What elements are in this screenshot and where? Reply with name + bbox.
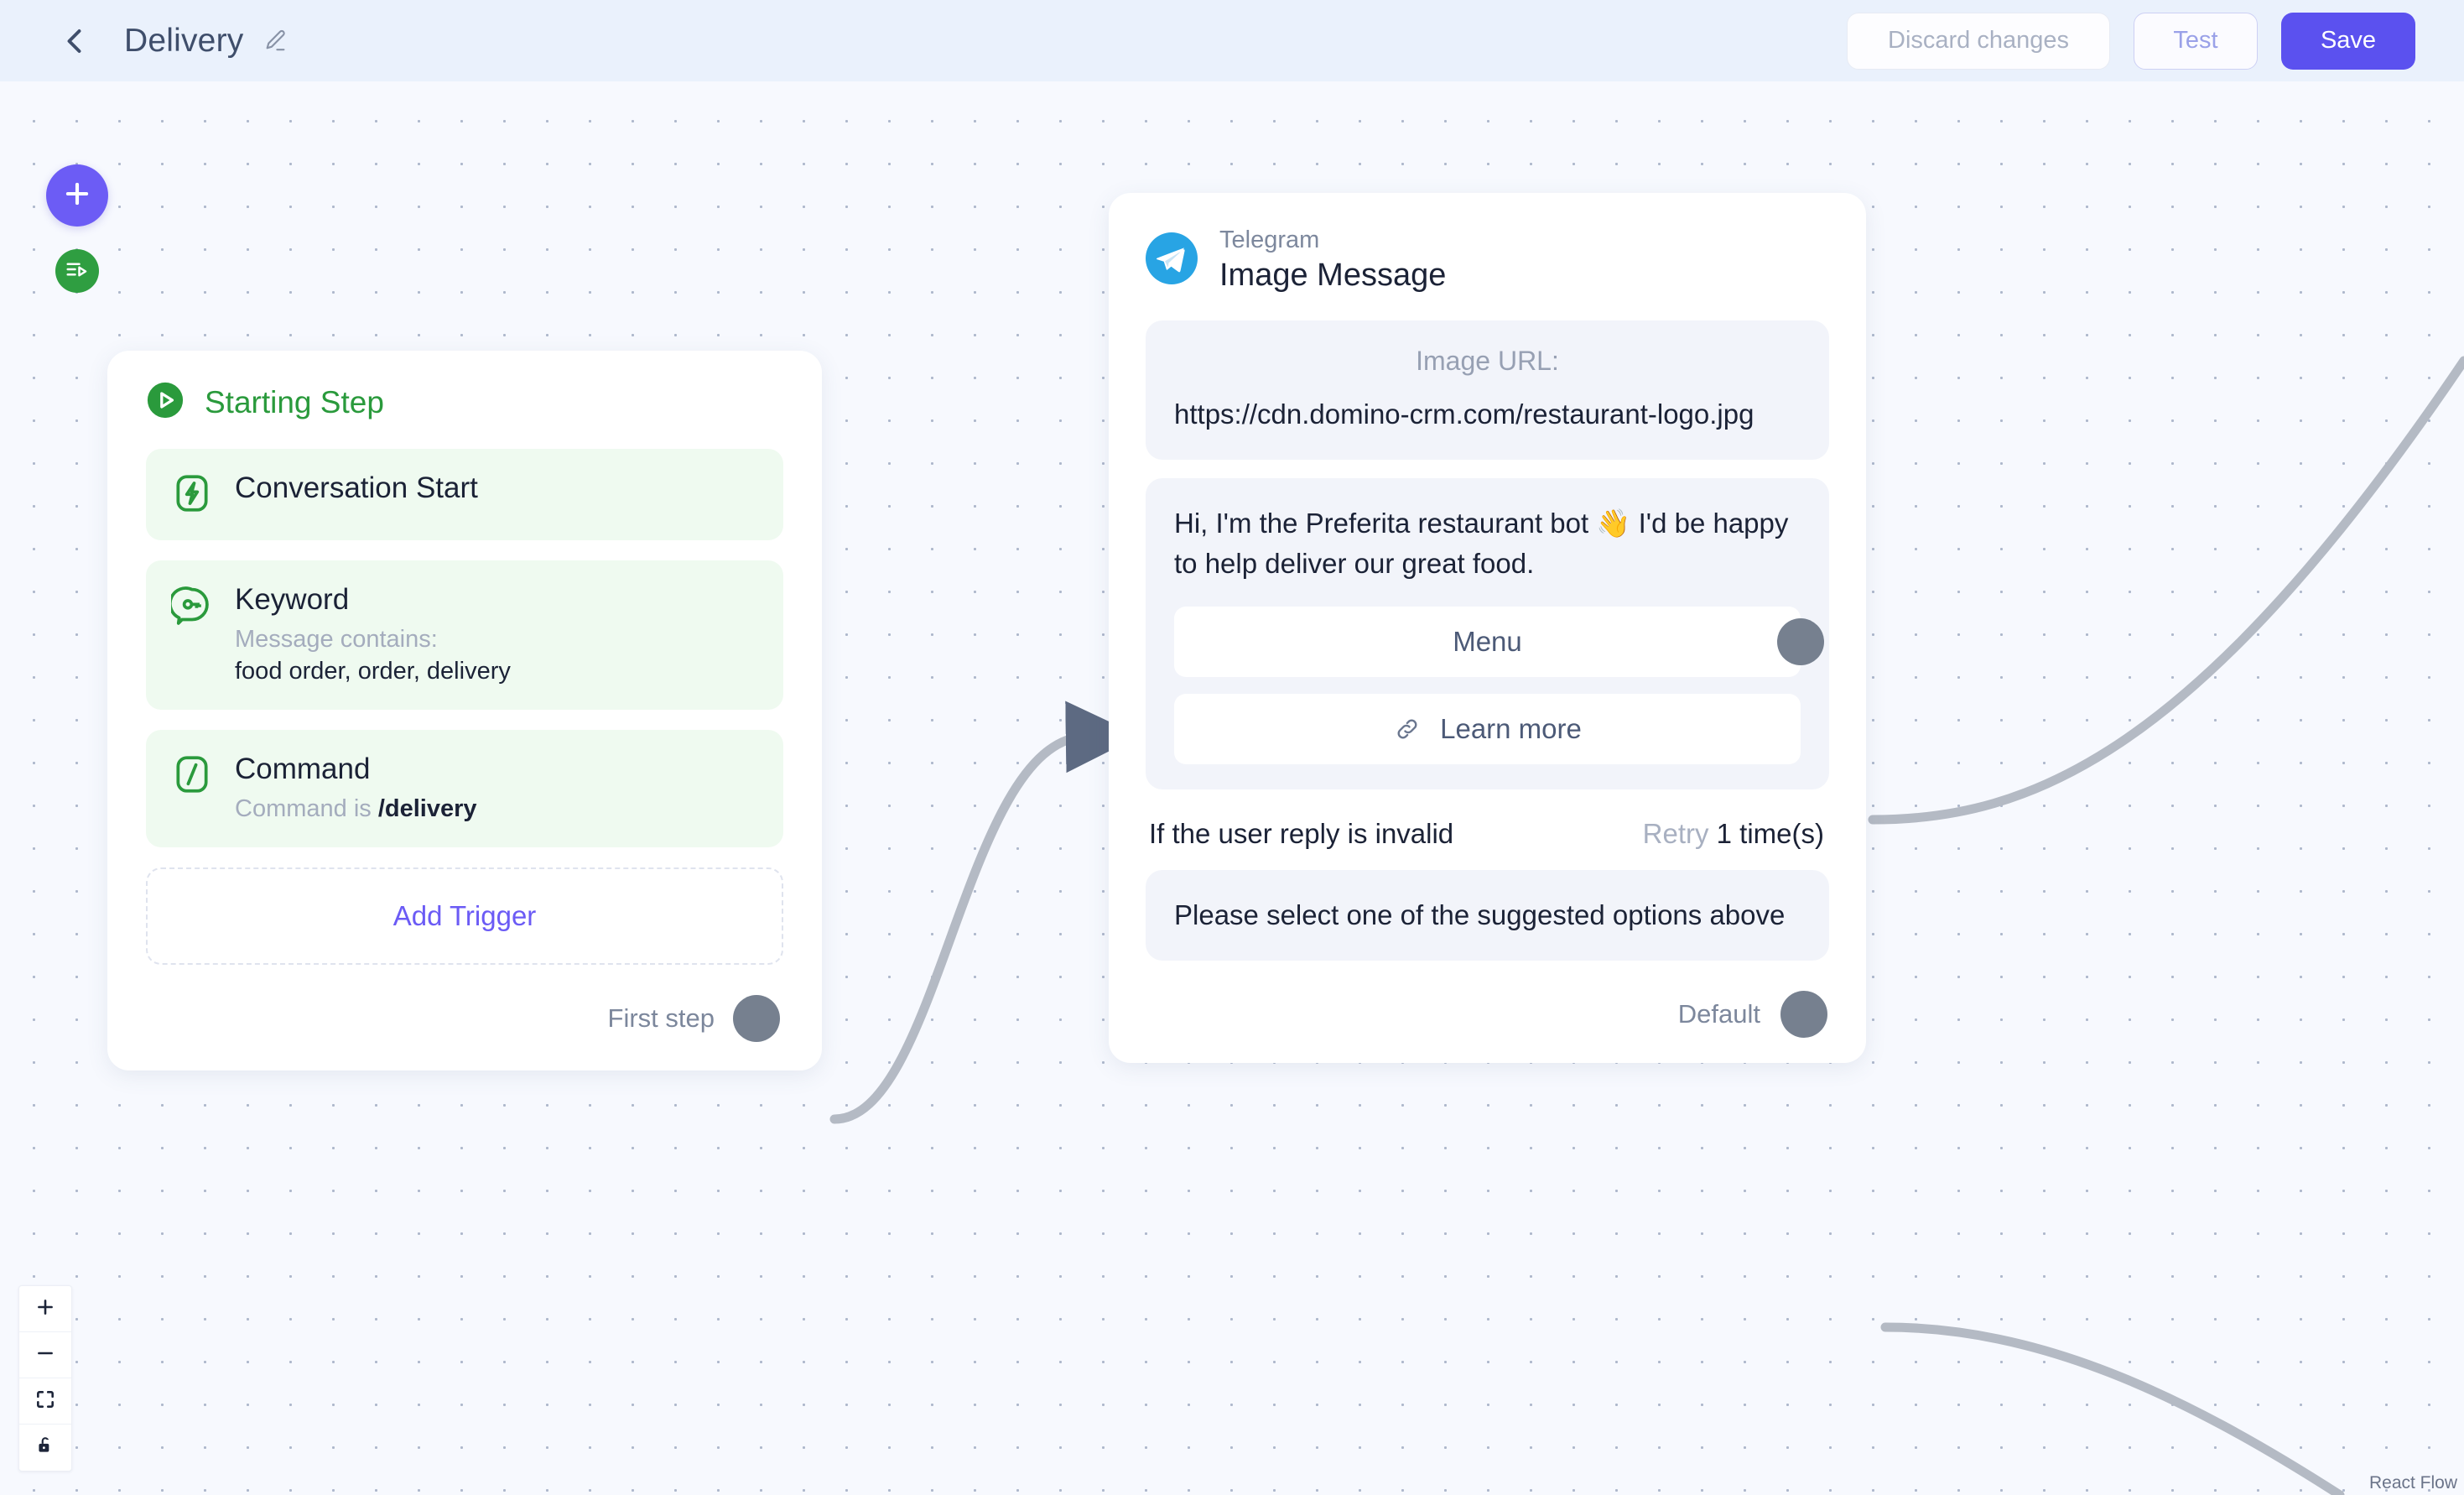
retry-count-value: 1 time(s) — [1716, 818, 1824, 850]
header-actions: Discard changes Test Save — [1847, 12, 2415, 70]
first-step-label: First step — [607, 1003, 715, 1033]
telegram-image-message-node[interactable]: Telegram Image Message Image URL: https:… — [1109, 193, 1866, 1064]
image-url-panel[interactable]: Image URL: https://cdn.domino-crm.com/re… — [1146, 320, 1829, 460]
test-button[interactable]: Test — [2134, 12, 2258, 70]
link-chain-icon — [1393, 715, 1422, 743]
trigger-sublabel-text: Command is — [235, 794, 372, 822]
page-title: Delivery — [124, 22, 244, 59]
flow-list-play-icon — [65, 257, 90, 286]
add-node-button[interactable] — [46, 164, 108, 227]
telegram-node-header: Telegram Image Message — [1146, 227, 1829, 295]
output-handle-default[interactable] — [1780, 991, 1827, 1039]
trigger-value: /delivery — [377, 794, 477, 822]
discard-changes-button[interactable]: Discard changes — [1847, 12, 2110, 70]
play-circle-icon — [146, 381, 185, 424]
starting-step-node[interactable]: Starting Step Conversation Start Keyword… — [107, 351, 822, 1070]
trigger-title: Conversation Start — [235, 471, 478, 504]
reply-button-menu[interactable]: Menu — [1174, 607, 1824, 678]
trigger-title: Command — [235, 752, 371, 785]
invalid-reply-label: If the user reply is invalid — [1149, 818, 1454, 850]
edge-menu — [1868, 356, 2464, 825]
unlock-icon — [34, 1435, 56, 1461]
image-url-value: https://cdn.domino-crm.com/restaurant-lo… — [1174, 398, 1754, 430]
reply-button-label: Menu — [1453, 626, 1522, 658]
add-trigger-button[interactable]: Add Trigger — [146, 867, 783, 965]
reply-button-learn-more[interactable]: Learn more — [1174, 694, 1801, 765]
keyword-speech-bubble-icon — [168, 584, 213, 630]
output-handle-first-step[interactable] — [733, 994, 780, 1042]
first-step-output: First step — [146, 994, 783, 1042]
app-header: Delivery Discard changes Test Save — [0, 0, 2464, 81]
fallback-message-panel[interactable]: Please select one of the suggested optio… — [1146, 870, 1829, 961]
plus-icon — [34, 1296, 56, 1322]
message-panel[interactable]: Hi, I'm the Preferita restaurant bot 👋 I… — [1146, 477, 1829, 790]
flows-list-button[interactable] — [55, 249, 99, 293]
starting-step-header: Starting Step — [146, 381, 783, 424]
retry-row: If the user reply is invalid Retry 1 tim… — [1149, 818, 1824, 850]
trigger-keyword[interactable]: Keyword Message contains: food order, or… — [146, 560, 783, 710]
starting-step-title: Starting Step — [205, 384, 384, 419]
telegram-icon — [1146, 232, 1198, 289]
image-url-label: Image URL: — [1416, 345, 1559, 376]
trigger-conversation-start[interactable]: Conversation Start — [146, 449, 783, 540]
lock-toggle-button[interactable] — [19, 1425, 71, 1471]
fallback-message-text: Please select one of the suggested optio… — [1174, 899, 1786, 931]
trigger-sublabel: Command is /delivery — [235, 794, 477, 826]
trigger-sublabel: Message contains: — [235, 626, 438, 654]
zoom-controls[interactable] — [18, 1285, 72, 1472]
plus-icon — [61, 178, 93, 214]
fit-view-button[interactable] — [19, 1378, 71, 1425]
zoom-in-button[interactable] — [19, 1286, 71, 1332]
pencil-edit-icon[interactable] — [262, 28, 289, 55]
fit-view-icon — [34, 1388, 56, 1414]
lightning-bolt-icon — [171, 472, 213, 518]
slash-command-icon — [171, 753, 213, 800]
react-flow-attribution: React Flow — [2368, 1473, 2457, 1492]
chevron-left-icon — [60, 26, 91, 56]
minus-icon — [34, 1342, 56, 1368]
default-label: Default — [1677, 999, 1760, 1029]
reply-button-label: Learn more — [1440, 713, 1582, 745]
trigger-title: Keyword — [235, 583, 350, 616]
output-handle-menu[interactable] — [1777, 618, 1824, 666]
retry-prefix-label: Retry — [1642, 818, 1709, 850]
edge-default — [1880, 1322, 2345, 1495]
telegram-node-title: Image Message — [1219, 258, 1447, 294]
trigger-value: food order, order, delivery — [235, 657, 511, 685]
telegram-channel-label: Telegram — [1219, 227, 1320, 253]
save-button[interactable]: Save — [2281, 12, 2415, 70]
zoom-out-button[interactable] — [19, 1332, 71, 1378]
default-output: Default — [1146, 991, 1829, 1039]
back-button[interactable] — [52, 18, 99, 65]
flow-canvas[interactable]: React Flow Starting Step Conversation St… — [0, 0, 2464, 1495]
message-text: Hi, I'm the Preferita restaurant bot 👋 I… — [1174, 507, 1789, 579]
trigger-command[interactable]: Command Command is /delivery — [146, 729, 783, 847]
retry-setting[interactable]: Retry 1 time(s) — [1643, 818, 1824, 850]
edge-first-step — [829, 701, 1140, 1124]
